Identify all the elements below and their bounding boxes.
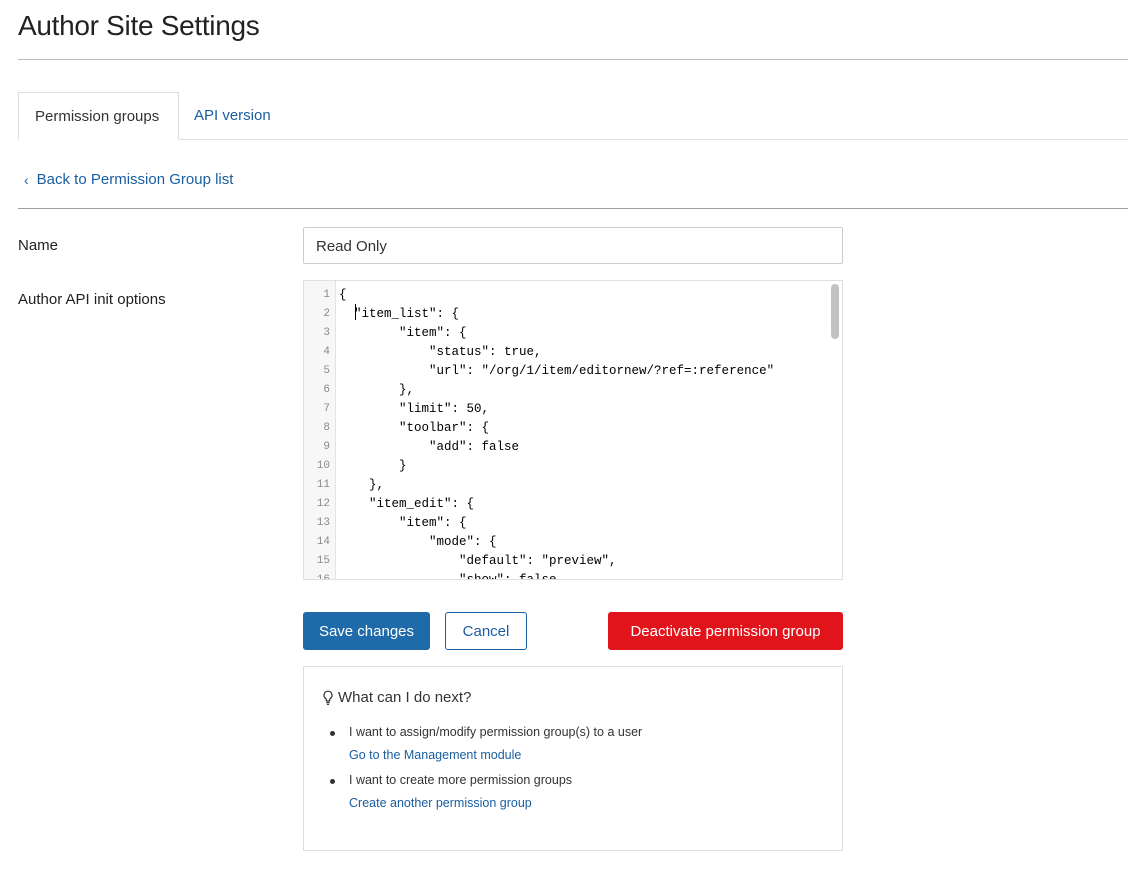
code-line: 14 "mode": { bbox=[304, 533, 829, 552]
code-text: "item": { bbox=[339, 326, 467, 340]
code-line: 12 "item_edit": { bbox=[304, 495, 829, 514]
title-divider bbox=[18, 59, 1128, 60]
line-number: 9 bbox=[323, 441, 330, 453]
chevron-left-icon: ‹ bbox=[24, 171, 29, 188]
next-steps-panel: What can I do next? I want to assign/mod… bbox=[303, 666, 843, 851]
code-line: 15 "default": "preview", bbox=[304, 552, 829, 571]
bullet bbox=[330, 731, 335, 736]
list-item-text: I want to assign/modify permission group… bbox=[349, 725, 643, 739]
create-another-permission-group-link[interactable]: Create another permission group bbox=[349, 796, 532, 810]
code-text: } bbox=[339, 459, 407, 473]
section-divider bbox=[18, 208, 1128, 209]
code-line: 5 "url": "/org/1/item/editornew/?ref=:re… bbox=[304, 362, 829, 381]
code-text: "item_edit": { bbox=[339, 497, 475, 511]
code-text: "status": true, bbox=[339, 345, 542, 359]
page-title: Author Site Settings bbox=[18, 10, 260, 41]
name-input[interactable]: Read Only bbox=[303, 227, 843, 264]
code-text: "limit": 50, bbox=[339, 402, 490, 416]
code-text: "show": false bbox=[339, 573, 557, 580]
code-line: 4 "status": true, bbox=[304, 343, 829, 362]
line-number: 8 bbox=[323, 422, 330, 434]
api-options-code-editor[interactable]: 1{2 "item_list": {3 "item": {4 "status":… bbox=[303, 280, 843, 580]
line-number: 5 bbox=[323, 365, 330, 377]
code-text: "add": false bbox=[339, 440, 520, 454]
editor-scrollbar[interactable] bbox=[828, 281, 842, 579]
line-number: 13 bbox=[316, 517, 330, 529]
tab-api-version[interactable]: API version bbox=[178, 92, 287, 140]
api-options-label: Author API init options bbox=[18, 291, 166, 308]
editor-code-lines: 1{2 "item_list": {3 "item": {4 "status":… bbox=[304, 286, 829, 580]
back-link-label: Back to Permission Group list bbox=[36, 171, 234, 188]
lightbulb-icon bbox=[323, 690, 333, 705]
code-line: 3 "item": { bbox=[304, 324, 829, 343]
bullet bbox=[330, 779, 335, 784]
scrollbar-thumb[interactable] bbox=[831, 284, 839, 339]
go-to-management-module-link[interactable]: Go to the Management module bbox=[349, 748, 521, 762]
deactivate-permission-group-button[interactable]: Deactivate permission group bbox=[608, 612, 843, 650]
code-line: 11 }, bbox=[304, 476, 829, 495]
code-line: 6 }, bbox=[304, 381, 829, 400]
code-line: 1{ bbox=[304, 286, 829, 305]
settings-tabs: Permission groups API version bbox=[18, 92, 1128, 140]
tab-permission-groups[interactable]: Permission groups bbox=[18, 92, 179, 140]
back-to-permission-group-list-link[interactable]: ‹ Back to Permission Group list bbox=[24, 171, 233, 188]
line-number: 7 bbox=[323, 403, 330, 415]
code-text: { bbox=[339, 288, 347, 302]
code-line: 7 "limit": 50, bbox=[304, 400, 829, 419]
code-line: 2 "item_list": { bbox=[304, 305, 829, 324]
save-changes-button[interactable]: Save changes bbox=[303, 612, 430, 650]
line-number: 11 bbox=[316, 479, 330, 491]
line-number: 4 bbox=[323, 346, 330, 358]
list-item-text: I want to create more permission groups bbox=[349, 773, 573, 787]
code-text: }, bbox=[339, 478, 385, 492]
name-label: Name bbox=[18, 237, 59, 254]
text-cursor bbox=[355, 304, 356, 320]
code-text: "url": "/org/1/item/editornew/?ref=:refe… bbox=[339, 364, 775, 378]
line-number: 6 bbox=[323, 384, 330, 396]
next-steps-title: What can I do next? bbox=[322, 689, 471, 706]
code-text: "default": "preview", bbox=[339, 554, 617, 568]
code-text: "item_list": { bbox=[339, 307, 460, 321]
line-number: 1 bbox=[323, 289, 330, 301]
code-line: 13 "item": { bbox=[304, 514, 829, 533]
code-line: 16 "show": false bbox=[304, 571, 829, 580]
code-text: "item": { bbox=[339, 516, 467, 530]
line-number: 15 bbox=[316, 555, 330, 567]
code-line: 10 } bbox=[304, 457, 829, 476]
line-number: 10 bbox=[316, 460, 330, 472]
cancel-button[interactable]: Cancel bbox=[445, 612, 527, 650]
line-number: 16 bbox=[316, 574, 330, 580]
code-line: 8 "toolbar": { bbox=[304, 419, 829, 438]
code-text: "mode": { bbox=[339, 535, 497, 549]
line-number: 14 bbox=[316, 536, 330, 548]
code-text: }, bbox=[339, 383, 415, 397]
code-line: 9 "add": false bbox=[304, 438, 829, 457]
next-steps-title-text: What can I do next? bbox=[338, 689, 472, 706]
line-number: 12 bbox=[316, 498, 330, 510]
code-text: "toolbar": { bbox=[339, 421, 490, 435]
line-number: 3 bbox=[323, 327, 330, 339]
line-number: 2 bbox=[323, 308, 330, 320]
author-site-settings-page: Author Site Settings Permission groups A… bbox=[0, 0, 1143, 875]
